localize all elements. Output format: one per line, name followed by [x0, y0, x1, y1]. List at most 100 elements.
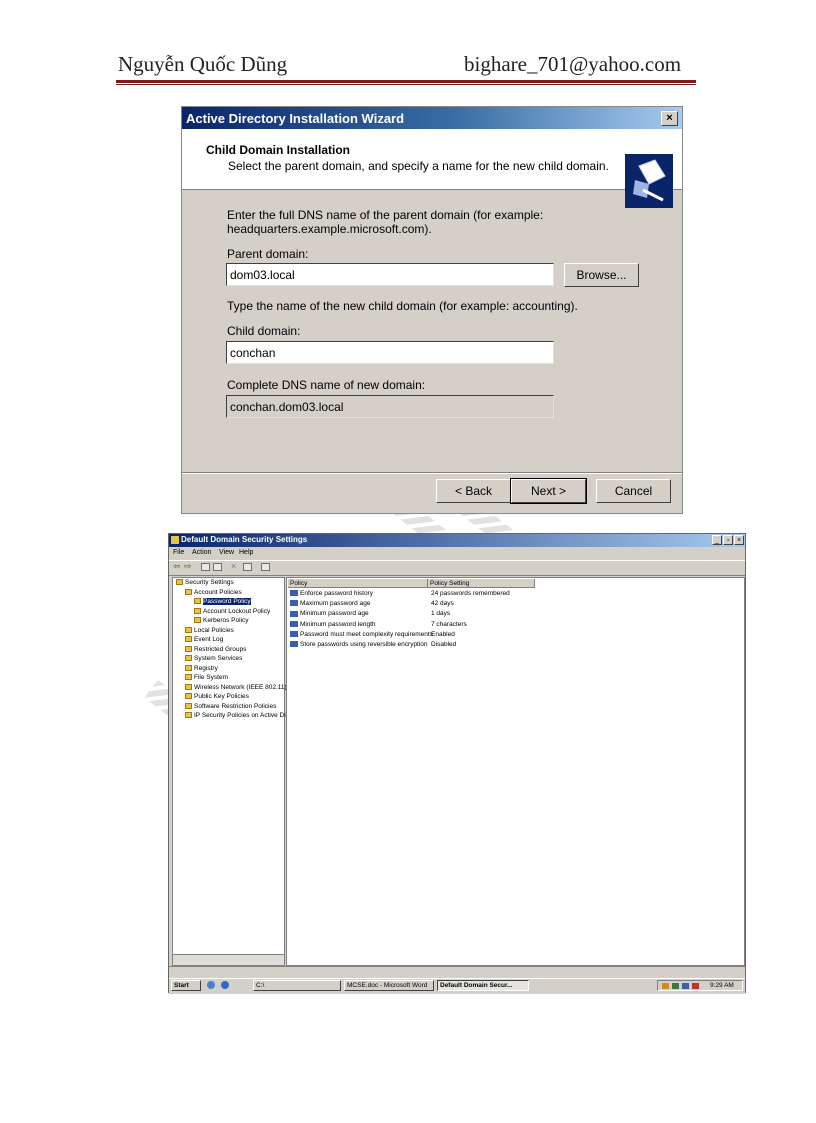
wizard-separator — [182, 472, 682, 474]
complete-dns-label: Complete DNS name of new domain: — [227, 378, 426, 392]
mmc-title: Default Domain Security Settings — [181, 535, 308, 544]
speaker-icon[interactable] — [692, 983, 699, 989]
tree-item-label: Wireless Network (IEEE 802.11) F — [194, 683, 293, 691]
header-rule-thin — [116, 84, 696, 85]
policy-name: Enforce password history — [300, 590, 373, 597]
back-arrow-icon[interactable]: ⇦ — [173, 561, 181, 572]
delete-icon[interactable]: × — [231, 561, 236, 571]
table-row[interactable]: Store passwords using reversible encrypt… — [290, 641, 428, 648]
policy-name: Store passwords using reversible encrypt… — [300, 641, 428, 648]
tree-item[interactable]: Security Settings — [176, 579, 234, 586]
policy-setting: 24 passwords remembered — [431, 590, 510, 597]
up-folder-icon[interactable] — [201, 563, 210, 571]
next-button[interactable]: Next > — [510, 478, 587, 504]
child-domain-input[interactable]: conchan — [226, 341, 554, 364]
parent-instruction-line2: headquarters.example.microsoft.com). — [227, 222, 432, 236]
table-row[interactable]: Maximum password age — [290, 600, 370, 607]
parent-domain-input[interactable]: dom03.local — [226, 263, 554, 286]
table-row[interactable]: Password must meet complexity requiremen… — [290, 631, 433, 638]
folder-icon — [185, 636, 192, 643]
help-icon[interactable] — [261, 563, 270, 571]
tree-item[interactable]: Software Restriction Policies — [185, 703, 276, 710]
tree-item[interactable]: Registry — [185, 665, 218, 672]
tree-item[interactable]: Local Policies — [185, 627, 234, 634]
system-tray: 9:29 AM — [657, 980, 743, 991]
header-rule — [116, 80, 696, 83]
policy-icon — [290, 631, 298, 638]
mmc-title-bar[interactable]: Default Domain Security Settings _ ▫ × — [169, 534, 745, 547]
policy-list-pane: Policy Policy Setting Enforce password h… — [286, 577, 745, 966]
tree-item[interactable]: IP Security Policies on Active Dire — [185, 712, 291, 719]
tree-item[interactable]: Account Lockout Policy — [194, 608, 270, 615]
tree-item-label: IP Security Policies on Active Dire — [194, 712, 292, 719]
policy-icon — [290, 600, 298, 607]
show-tree-icon[interactable] — [213, 563, 222, 571]
export-list-icon[interactable] — [243, 563, 252, 571]
tree-item-label: File System — [194, 674, 228, 681]
start-button[interactable]: Start — [171, 980, 201, 991]
policy-icon — [290, 641, 298, 648]
menu-view[interactable]: View — [219, 549, 234, 556]
taskbar-item-word[interactable]: MCSE.doc - Microsoft Word — [344, 980, 434, 991]
cancel-button[interactable]: Cancel — [596, 479, 671, 503]
tray-icon[interactable] — [682, 983, 689, 989]
tree-item[interactable]: Event Log — [185, 636, 223, 643]
folder-icon — [185, 674, 192, 681]
tree-horizontal-scrollbar[interactable] — [173, 954, 284, 965]
policy-icon — [290, 590, 298, 597]
step-title: Child Domain Installation — [206, 143, 351, 157]
close-icon[interactable]: × — [734, 535, 744, 545]
policy-name: Minimum password length — [300, 620, 376, 628]
folder-icon — [185, 683, 192, 690]
parent-instruction-line1: Enter the full DNS name of the parent do… — [227, 208, 544, 222]
tree-item-label: Event Log — [194, 636, 224, 643]
folder-icon — [194, 598, 201, 605]
column-header-policy[interactable]: Policy — [288, 579, 428, 588]
maximize-icon[interactable]: ▫ — [723, 535, 733, 545]
tree-item[interactable]: Restricted Groups — [185, 646, 246, 653]
taskbar-item-security-settings[interactable]: Default Domain Secur... — [437, 980, 529, 991]
policy-setting: Enabled — [431, 630, 455, 638]
close-icon[interactable]: × — [661, 111, 678, 126]
tree-item-label: Software Restriction Policies — [194, 702, 277, 710]
folder-icon — [185, 588, 192, 595]
table-row[interactable]: Enforce password history — [290, 590, 373, 597]
tray-icon[interactable] — [662, 983, 669, 989]
tree-item[interactable]: Password Policy — [194, 598, 251, 605]
ie-quicklaunch-icon[interactable] — [207, 981, 215, 989]
wizard-title-bar[interactable]: Active Directory Installation Wizard × — [182, 107, 682, 129]
tray-icon[interactable] — [672, 983, 679, 989]
tree-item[interactable]: System Services — [185, 655, 242, 662]
policy-name: Password must meet complexity requiremen… — [300, 630, 433, 638]
tree-item[interactable]: Public Key Policies — [185, 693, 249, 700]
tree-item[interactable]: File System — [185, 674, 228, 681]
complete-dns-field: conchan.dom03.local — [226, 395, 554, 418]
folder-icon — [194, 607, 201, 614]
browse-button[interactable]: Browse... — [564, 263, 639, 287]
folder-icon — [194, 617, 201, 624]
table-row[interactable]: Minimum password age — [290, 610, 369, 617]
wizard-title: Active Directory Installation Wizard — [186, 111, 405, 126]
policy-setting: 42 days — [431, 600, 454, 608]
folder-icon — [176, 579, 183, 586]
tree-item-label: Security Settings — [185, 579, 234, 586]
menu-action[interactable]: Action — [192, 549, 211, 556]
tree-item[interactable]: Wireless Network (IEEE 802.11) F — [185, 684, 293, 691]
tree-item[interactable]: Kerberos Policy — [194, 617, 249, 624]
policy-name: Maximum password age — [300, 600, 371, 608]
menu-help[interactable]: Help — [239, 549, 253, 556]
menu-file[interactable]: File — [173, 549, 184, 556]
mmc-toolbar — [169, 560, 745, 576]
desktop-quicklaunch-icon[interactable] — [221, 981, 229, 989]
tree-item[interactable]: Account Policies — [185, 589, 242, 596]
folder-icon — [185, 655, 192, 662]
child-instruction: Type the name of the new child domain (f… — [227, 299, 578, 313]
table-row[interactable]: Minimum password length — [290, 621, 376, 628]
column-header-setting[interactable]: Policy Setting — [428, 579, 535, 588]
minimize-icon[interactable]: _ — [712, 535, 722, 545]
forward-arrow-icon[interactable]: ⇨ — [184, 561, 192, 572]
taskbar-item-explorer[interactable]: C:\ — [253, 980, 341, 991]
clock: 9:29 AM — [710, 982, 734, 989]
back-button[interactable]: < Back — [436, 479, 511, 503]
policy-icon — [290, 610, 298, 617]
